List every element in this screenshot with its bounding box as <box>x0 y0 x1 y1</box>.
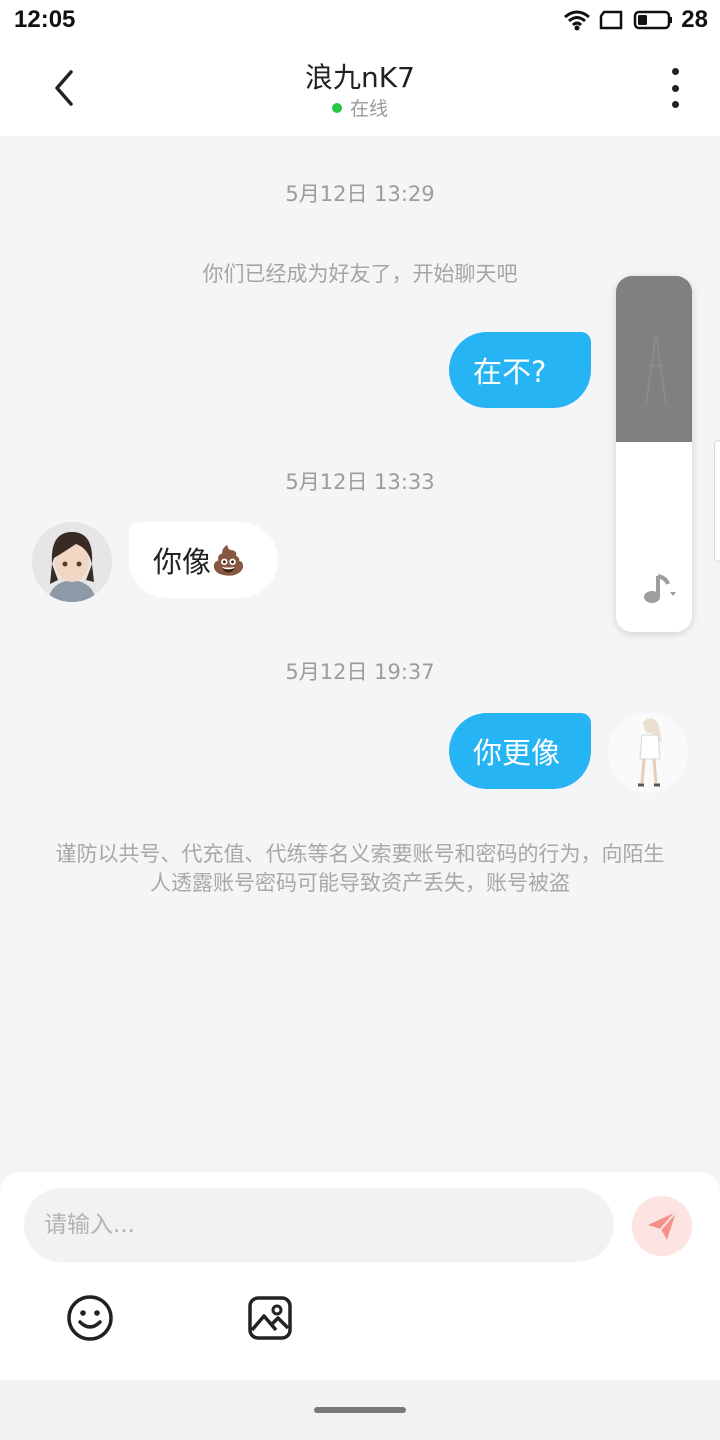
message-text: 在不? <box>473 355 547 389</box>
more-icon-dot <box>671 68 679 75</box>
more-button[interactable] <box>660 68 690 108</box>
my-avatar[interactable] <box>608 713 688 793</box>
input-panel <box>0 1172 720 1380</box>
message-text: 你更像 <box>473 736 561 770</box>
music-note-icon[interactable] <box>640 572 680 608</box>
side-drawer-handle[interactable] <box>714 440 720 562</box>
image-button[interactable] <box>246 1294 294 1342</box>
online-status-label: 在线 <box>349 98 388 120</box>
contact-avatar-image <box>32 522 112 602</box>
send-icon <box>648 1211 677 1240</box>
contact-avatar[interactable] <box>32 522 112 602</box>
wifi-icon <box>564 10 591 31</box>
chat-header: 浪九nK7 在线 <box>0 40 720 136</box>
message-text: 你像 <box>153 545 212 579</box>
more-icon-dot <box>671 84 679 92</box>
incoming-message[interactable]: 你像 💩 <box>129 522 278 598</box>
status-icons: 28 <box>563 6 708 34</box>
battery-icon <box>634 10 673 30</box>
floating-music-widget[interactable] <box>616 276 692 632</box>
navigation-bar <box>0 1380 720 1440</box>
security-warning: 谨防以共号、代充值、代练等名义索要账号和密码的行为，向陌生人透露账号密码可能导致… <box>55 842 665 895</box>
outgoing-message[interactable]: 在不? <box>449 332 591 408</box>
timestamp: 5月12日 13:29 <box>285 182 435 206</box>
timestamp: 5月12日 13:33 <box>285 470 435 494</box>
widget-preview <box>616 276 692 442</box>
image-icon <box>248 1296 292 1340</box>
poop-emoji: 💩 <box>211 543 246 577</box>
battery-level: 28 <box>681 6 708 33</box>
status-bar: 12:05 28 <box>0 0 720 40</box>
outgoing-message[interactable]: 你更像 <box>449 713 591 789</box>
smiley-icon <box>67 1295 113 1341</box>
online-dot <box>331 102 342 113</box>
online-status: 在线 <box>0 94 720 121</box>
emoji-button[interactable] <box>66 1294 114 1342</box>
sim-icon <box>600 10 623 30</box>
timestamp: 5月12日 19:37 <box>285 660 435 684</box>
system-message: 你们已经成为好友了，开始聊天吧 <box>202 262 518 286</box>
more-icon-dot <box>671 101 679 108</box>
widget-figure-image <box>645 333 667 407</box>
contact-name: 浪九nK7 <box>305 61 415 94</box>
my-avatar-image <box>608 713 688 793</box>
send-button[interactable] <box>632 1196 692 1256</box>
message-input[interactable] <box>24 1188 614 1262</box>
status-time: 12:05 <box>14 6 76 33</box>
home-indicator[interactable] <box>314 1407 406 1413</box>
